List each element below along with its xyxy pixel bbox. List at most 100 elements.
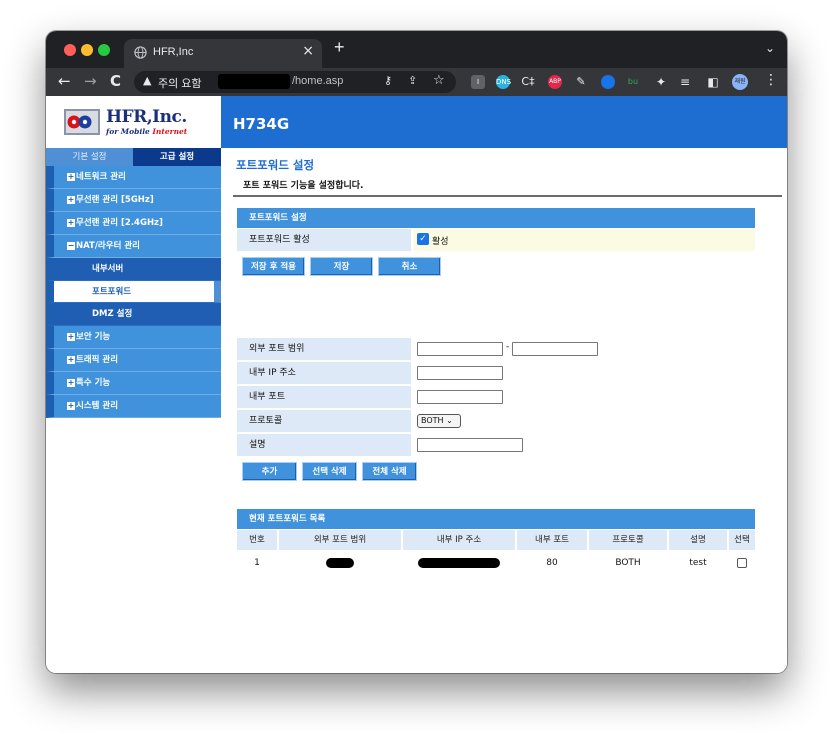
external-port-range-row: 외부 포트 범위 - <box>237 338 755 360</box>
security-warning-text[interactable]: 주의 요함 <box>158 75 202 91</box>
share-icon[interactable]: ⇪ <box>408 74 417 87</box>
cell-external-port-range <box>279 552 401 574</box>
external-port-start-input[interactable] <box>417 342 503 356</box>
internal-ip-label: 내부 IP 주소 <box>237 362 411 384</box>
page-description: 포트 포워드 기능을 설정합니다. <box>243 181 364 191</box>
settings-section-header: 포트포워드 설정 <box>237 208 755 228</box>
extension-pen-icon[interactable]: ✎ <box>574 75 588 89</box>
sidebar-item-label: 시스템 관리 <box>76 400 119 411</box>
internal-port-input[interactable] <box>417 390 503 404</box>
list-section-header: 현재 포트포워드 목록 <box>237 509 755 529</box>
add-button[interactable]: 추가 <box>242 462 297 481</box>
sidebar-item-system[interactable]: + 시스템 관리 <box>46 394 221 418</box>
forward-arrow-icon[interactable]: → <box>84 72 97 90</box>
protocol-select[interactable]: BOTH ⌄ <box>417 414 461 428</box>
profile-avatar[interactable]: 재원 <box>732 74 748 90</box>
key-icon[interactable]: ⚷ <box>384 74 392 87</box>
col-number: 번호 <box>237 530 277 550</box>
description-input[interactable] <box>417 438 523 452</box>
reload-icon[interactable]: C <box>110 72 121 90</box>
save-button[interactable]: 저장 <box>310 257 373 276</box>
sidebar-item-label: 무선랜 관리 [5GHz] <box>76 195 154 205</box>
internal-port-cell <box>413 386 755 408</box>
new-tab-button[interactable]: + <box>334 37 345 58</box>
sidebar-item-security[interactable]: + 보안 기능 <box>46 325 221 349</box>
extension-1-icon[interactable]: I <box>471 75 485 89</box>
sidebar-item-label: 네트워크 관리 <box>76 172 126 182</box>
sidebar-subitem-internal-server[interactable]: 내부서버 <box>46 258 221 281</box>
more-menu-icon[interactable]: ⋮ <box>764 72 778 88</box>
reading-list-icon[interactable]: ≡ <box>678 75 692 89</box>
tab-basic-settings[interactable]: 기본 설정 <box>46 148 133 166</box>
external-port-end-input[interactable] <box>512 342 598 356</box>
sidebar-item-network[interactable]: + 네트워크 관리 <box>46 166 221 189</box>
extension-6-icon[interactable] <box>601 75 615 89</box>
extension-3-icon[interactable]: C‡ <box>521 75 535 89</box>
sidebar-item-label: 무선랜 관리 [2.4GHz] <box>76 218 163 228</box>
col-select: 선택 <box>729 530 755 550</box>
external-port-range-cell: - <box>413 338 755 360</box>
adblock-icon[interactable]: ABP <box>548 75 562 89</box>
cancel-button[interactable]: 취소 <box>378 257 441 276</box>
sidebar-item-label: 특수 기능 <box>76 377 111 388</box>
enable-checkbox[interactable]: ✓ <box>417 233 429 245</box>
cell-protocol: BOTH <box>615 558 641 568</box>
sidebar: 기본 설정 고급 설정 + 네트워크 관리 + 무선랜 관리 [5GHz] + 무선랜… <box>46 148 221 424</box>
page-title: 포트포워드 설정 <box>236 158 315 172</box>
sidebar-item-nat-router[interactable]: − NAT/라우터 관리 <box>46 235 221 258</box>
collapse-minus-icon: − <box>67 241 75 250</box>
sidebar-item-special[interactable]: + 특수 기능 <box>46 371 221 395</box>
delete-all-button[interactable]: 전체 삭제 <box>362 462 417 481</box>
description-row: 설명 <box>237 434 755 456</box>
expand-plus-icon: + <box>67 377 75 387</box>
sidebar-subitem-dmz[interactable]: DMZ 설정 <box>46 303 221 326</box>
back-arrow-icon[interactable]: ← <box>58 72 71 90</box>
enable-checkbox-label[interactable]: 활성 <box>432 234 449 247</box>
tab-advanced-settings[interactable]: 고급 설정 <box>133 148 221 166</box>
internal-port-label: 내부 포트 <box>237 386 411 408</box>
browser-toolbar: ← → C ▲ 주의 요함 /home.asp ⚷ ⇪ ☆ I DNS C‡ A… <box>46 68 787 96</box>
internal-ip-input[interactable] <box>417 366 503 380</box>
close-window-button[interactable] <box>64 44 76 56</box>
delete-selected-button[interactable]: 선택 삭제 <box>302 462 357 481</box>
bookmark-star-icon[interactable]: ☆ <box>433 73 445 88</box>
protocol-select-value: BOTH <box>421 416 444 425</box>
save-and-apply-button[interactable]: 저장 후 적용 <box>242 257 305 276</box>
protocol-row: 프로토콜 BOTH ⌄ <box>237 410 755 432</box>
minimize-window-button[interactable] <box>81 44 93 56</box>
cell-number: 1 <box>254 558 260 568</box>
external-port-range-label: 외부 포트 범위 <box>237 338 411 360</box>
range-dash: - <box>506 342 510 352</box>
table-header: 번호 외부 포트 범위 내부 IP 주소 내부 포트 프로토콜 설명 선택 <box>237 530 755 550</box>
sidebar-item-label: 트래픽 관리 <box>76 354 119 365</box>
logo-name: HFR,Inc. <box>106 107 187 127</box>
zoom-window-button[interactable] <box>98 44 110 56</box>
warning-triangle-icon[interactable]: ▲ <box>143 74 151 87</box>
redacted-url-host <box>218 74 290 89</box>
sidebar-item-traffic[interactable]: + 트래픽 관리 <box>46 348 221 372</box>
row-select-checkbox[interactable] <box>737 557 747 568</box>
address-bar[interactable]: ▲ 주의 요함 /home.asp ⚷ ⇪ ☆ <box>134 71 456 93</box>
internal-ip-cell <box>413 362 755 384</box>
enable-label: 포트포워드 활성 <box>237 229 411 251</box>
sidebar-tabs: 기본 설정 고급 설정 <box>46 148 221 166</box>
enable-value-cell: ✓ 활성 <box>413 229 755 251</box>
side-panel-icon[interactable]: ◧ <box>706 75 720 89</box>
sidebar-item-wlan-24ghz[interactable]: + 무선랜 관리 [2.4GHz] <box>46 212 221 235</box>
tab-search-icon[interactable]: ⌄ <box>765 41 775 55</box>
divider <box>233 195 782 197</box>
col-external-port-range: 외부 포트 범위 <box>279 530 401 550</box>
sidebar-subitem-port-forward[interactable]: 포트포워드 <box>46 280 221 303</box>
puzzle-extensions-icon[interactable]: ✦ <box>654 75 668 89</box>
cell-internal-ip <box>403 552 515 574</box>
extension-dns-icon[interactable]: DNS <box>496 75 511 89</box>
browser-tab[interactable]: HFR,Inc × <box>124 39 322 68</box>
sidebar-item-wlan-5ghz[interactable]: + 무선랜 관리 [5GHz] <box>46 189 221 212</box>
cell-select <box>729 552 755 574</box>
expand-plus-icon: + <box>67 331 75 341</box>
close-tab-icon[interactable]: × <box>302 43 314 59</box>
internal-port-row: 내부 포트 <box>237 386 755 408</box>
col-description: 설명 <box>669 530 727 550</box>
extension-bu-icon[interactable]: bu <box>626 75 640 89</box>
url-text[interactable]: /home.asp <box>292 75 343 87</box>
